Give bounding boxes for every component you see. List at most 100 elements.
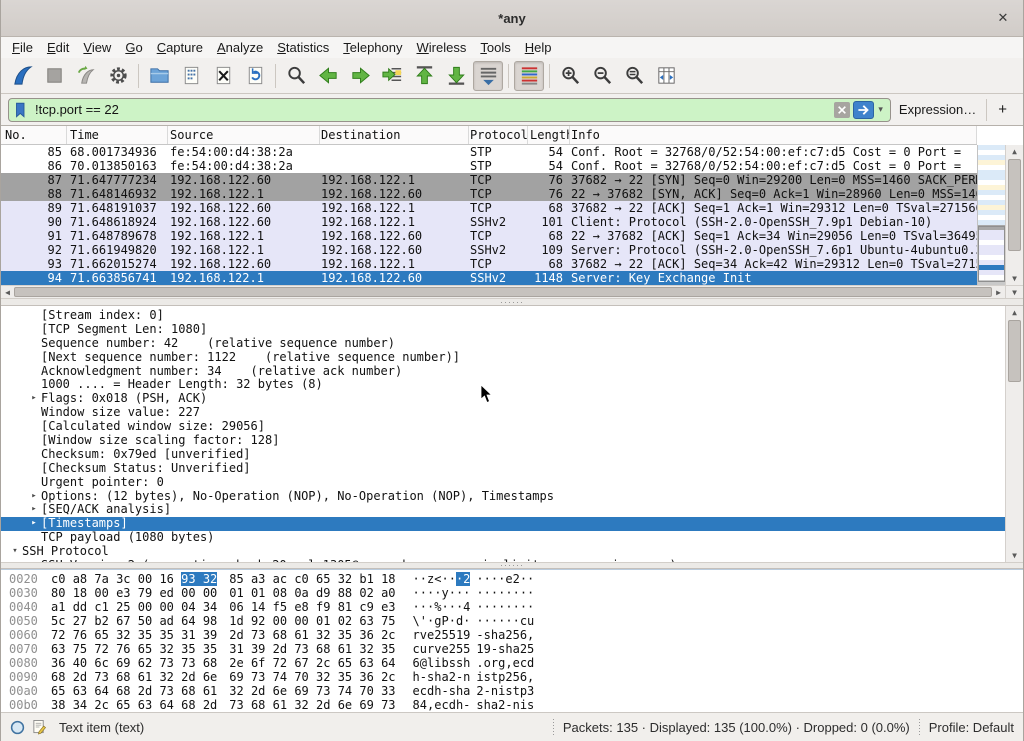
close-window-button[interactable]: ✕: [994, 9, 1012, 27]
detail-line[interactable]: Urgent pointer: 0: [1, 476, 1005, 490]
menu-file[interactable]: File: [5, 39, 40, 57]
scroll-up-icon[interactable]: ▲: [1006, 306, 1023, 319]
colorize-button[interactable]: [514, 61, 544, 91]
detail-line[interactable]: [TCP Segment Len: 1080]: [1, 323, 1005, 337]
file-open-button[interactable]: [144, 61, 174, 91]
find-packet-button[interactable]: [281, 61, 311, 91]
expand-right-icon[interactable]: ▸: [27, 559, 41, 562]
detail-line[interactable]: ▸[SEQ/ACK analysis]: [1, 503, 1005, 517]
capture-comment-icon[interactable]: [32, 719, 46, 735]
detail-line[interactable]: Sequence number: 42 (relative sequence n…: [1, 337, 1005, 351]
expand-right-icon[interactable]: ▸: [27, 503, 41, 517]
filter-add-button[interactable]: +: [989, 101, 1016, 118]
filter-text[interactable]: !tcp.port == 22: [30, 102, 834, 117]
filter-bookmark-icon[interactable]: [12, 101, 30, 119]
hex-row-0050[interactable]: 00505c 27 b2 67 50 ad 64 981d 92 00 00 0…: [1, 614, 1023, 628]
detail-line[interactable]: [Window size scaling factor: 128]: [1, 434, 1005, 448]
detail-line[interactable]: Acknowledgment number: 34 (relative ack …: [1, 365, 1005, 379]
menu-analyze[interactable]: Analyze: [210, 39, 270, 57]
hex-row-0040[interactable]: 0040a1 dd c1 25 00 00 04 3406 14 f5 e8 f…: [1, 600, 1023, 614]
hex-row-0090[interactable]: 009068 2d 73 68 61 32 2d 6e69 73 74 70 3…: [1, 670, 1023, 684]
packet-row-90[interactable]: 9071.648618924192.168.122.60192.168.122.…: [1, 215, 977, 229]
packet-row-85[interactable]: 8568.001734936fe:54:00:d4:38:2aSTP54Conf…: [1, 145, 977, 159]
vscroll-thumb[interactable]: [1008, 320, 1021, 382]
hex-row-0030[interactable]: 003080 18 00 e3 79 ed 00 0001 01 08 0a d…: [1, 586, 1023, 600]
detail-line[interactable]: Checksum: 0x79ed [unverified]: [1, 448, 1005, 462]
details-vscrollbar[interactable]: ▲ ▼: [1005, 306, 1023, 562]
menu-wireless[interactable]: Wireless: [410, 39, 474, 57]
detail-line[interactable]: [Stream index: 0]: [1, 309, 1005, 323]
go-last-button[interactable]: [441, 61, 471, 91]
packet-row-91[interactable]: 9171.648789678192.168.122.1192.168.122.6…: [1, 229, 977, 243]
filter-apply-button[interactable]: [853, 101, 874, 119]
zoom-100-button[interactable]: [619, 61, 649, 91]
pane-splitter[interactable]: ······: [1, 298, 1023, 306]
column-header-info[interactable]: Info: [570, 126, 977, 144]
column-header-no[interactable]: No.: [1, 126, 67, 144]
go-to-packet-button[interactable]: [377, 61, 407, 91]
hex-row-00a0[interactable]: 00a065 63 64 68 2d 73 68 6132 2d 6e 69 7…: [1, 684, 1023, 698]
scroll-down-icon[interactable]: ▼: [1005, 285, 1023, 298]
file-close-button[interactable]: [208, 61, 238, 91]
packet-list-hscrollbar[interactable]: ◀ ▶: [1, 285, 1005, 298]
detail-line[interactable]: 1000 .... = Header Length: 32 bytes (8): [1, 378, 1005, 392]
scroll-down-icon[interactable]: ▼: [1006, 549, 1023, 562]
packet-row-86[interactable]: 8670.013850163fe:54:00:d4:38:2aSTP54Conf…: [1, 159, 977, 173]
detail-line[interactable]: Window size value: 227: [1, 406, 1005, 420]
detail-line[interactable]: ▾SSH Protocol: [1, 545, 1005, 559]
hscroll-thumb[interactable]: [14, 287, 992, 297]
column-header-protocol[interactable]: Protocol: [469, 126, 528, 144]
scroll-down-icon[interactable]: ▼: [1006, 272, 1023, 285]
expand-right-icon[interactable]: ▸: [27, 490, 41, 504]
auto-scroll-button[interactable]: [473, 61, 503, 91]
zoom-out-button[interactable]: [587, 61, 617, 91]
packet-row-89[interactable]: 8971.648191037192.168.122.60192.168.122.…: [1, 201, 977, 215]
capture-start-button[interactable]: [7, 61, 37, 91]
scroll-up-icon[interactable]: ▲: [1006, 145, 1023, 158]
hex-row-0070[interactable]: 007063 75 72 76 65 32 35 3531 39 2d 73 6…: [1, 642, 1023, 656]
go-forward-button[interactable]: [345, 61, 375, 91]
menu-tools[interactable]: Tools: [473, 39, 517, 57]
menu-edit[interactable]: Edit: [40, 39, 76, 57]
resize-columns-button[interactable]: [651, 61, 681, 91]
intelligent-scrollbar-minimap[interactable]: [977, 145, 1005, 285]
detail-line[interactable]: ▸Flags: 0x018 (PSH, ACK): [1, 392, 1005, 406]
expression-button[interactable]: Expression…: [891, 102, 984, 117]
packet-row-94[interactable]: 9471.663856741192.168.122.1192.168.122.6…: [1, 271, 977, 285]
menu-go[interactable]: Go: [118, 39, 149, 57]
file-save-button[interactable]: [176, 61, 206, 91]
detail-line[interactable]: [Calculated window size: 29056]: [1, 420, 1005, 434]
scroll-right-icon[interactable]: ▶: [992, 286, 1005, 298]
zoom-in-button[interactable]: [555, 61, 585, 91]
file-reload-button[interactable]: [240, 61, 270, 91]
detail-line[interactable]: TCP payload (1080 bytes): [1, 531, 1005, 545]
menu-statistics[interactable]: Statistics: [270, 39, 336, 57]
menu-help[interactable]: Help: [518, 39, 559, 57]
capture-restart-button[interactable]: [71, 61, 101, 91]
hex-row-0020[interactable]: 0020c0 a8 7a 3c 00 16 93 3285 a3 ac c0 6…: [1, 572, 1023, 586]
packet-row-92[interactable]: 9271.661949820192.168.122.1192.168.122.6…: [1, 243, 977, 257]
menu-view[interactable]: View: [76, 39, 118, 57]
column-header-destination[interactable]: Destination: [320, 126, 469, 144]
menu-telephony[interactable]: Telephony: [336, 39, 409, 57]
expand-right-icon[interactable]: ▸: [27, 517, 41, 531]
menu-capture[interactable]: Capture: [150, 39, 210, 57]
column-header-time[interactable]: Time: [67, 126, 168, 144]
packet-row-93[interactable]: 9371.662015274192.168.122.60192.168.122.…: [1, 257, 977, 271]
capture-options-button[interactable]: [103, 61, 133, 91]
column-header-source[interactable]: Source: [168, 126, 320, 144]
detail-line[interactable]: [Next sequence number: 1122 (relative se…: [1, 351, 1005, 365]
filter-history-dropdown[interactable]: ▾: [874, 104, 887, 115]
scroll-left-icon[interactable]: ◀: [1, 286, 14, 298]
go-back-button[interactable]: [313, 61, 343, 91]
expand-right-icon[interactable]: ▸: [27, 392, 41, 406]
display-filter-input[interactable]: !tcp.port == 22 ▾: [8, 98, 891, 122]
detail-line[interactable]: [Checksum Status: Unverified]: [1, 462, 1005, 476]
packet-row-87[interactable]: 8771.647777234192.168.122.60192.168.122.…: [1, 173, 977, 187]
profile-status[interactable]: Profile: Default: [929, 720, 1014, 735]
expert-info-icon[interactable]: [10, 720, 25, 735]
capture-stop-button[interactable]: [39, 61, 69, 91]
column-header-length[interactable]: Length: [528, 126, 570, 144]
hex-row-0080[interactable]: 008036 40 6c 69 62 73 73 682e 6f 72 67 2…: [1, 656, 1023, 670]
detail-line[interactable]: ▸[Timestamps]: [1, 517, 1005, 531]
